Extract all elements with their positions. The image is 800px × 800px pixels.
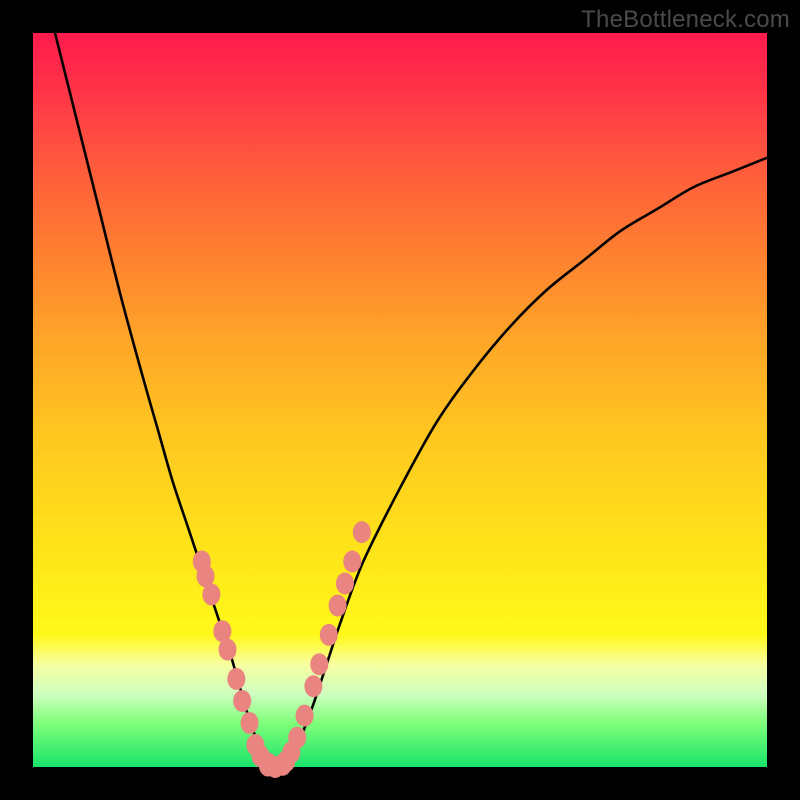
- marker-point: [296, 705, 314, 727]
- marker-point: [233, 690, 251, 712]
- watermark-text: TheBottleneck.com: [581, 6, 790, 34]
- chart-frame: TheBottleneck.com: [0, 0, 800, 800]
- marker-point: [310, 653, 328, 675]
- marker-point: [304, 675, 322, 697]
- marker-point: [336, 573, 354, 595]
- marker-point: [227, 668, 245, 690]
- marker-point: [320, 624, 338, 646]
- plot-area: [33, 33, 767, 767]
- marker-point: [343, 550, 361, 572]
- marker-point: [353, 521, 371, 543]
- chart-svg: [33, 33, 767, 767]
- marker-point: [219, 639, 237, 661]
- marker-cluster-left: [193, 550, 277, 774]
- marker-point: [202, 584, 220, 606]
- marker-point: [329, 595, 347, 617]
- marker-point: [241, 712, 259, 734]
- marker-cluster-bottom: [259, 754, 292, 778]
- marker-cluster-right: [277, 521, 371, 772]
- marker-point: [274, 754, 292, 776]
- bottleneck-curve: [55, 33, 767, 769]
- marker-point: [288, 727, 306, 749]
